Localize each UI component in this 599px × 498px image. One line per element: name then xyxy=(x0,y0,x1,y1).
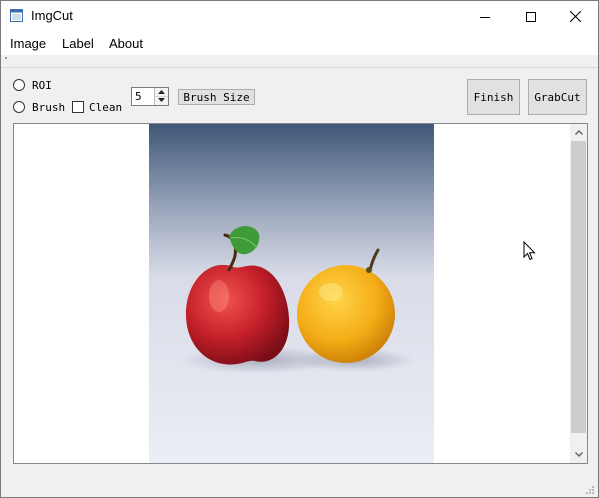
image-view[interactable] xyxy=(13,123,588,464)
maximize-icon xyxy=(526,11,536,22)
toolbar-handle-icon xyxy=(5,57,7,59)
title-bar[interactable]: ImgCut xyxy=(1,1,598,32)
close-icon xyxy=(569,11,581,22)
brush-size-button[interactable]: Brush Size xyxy=(178,89,255,105)
brush-size-value[interactable]: 5 xyxy=(135,90,142,103)
close-button[interactable] xyxy=(552,1,598,32)
minimize-icon xyxy=(480,16,490,18)
resize-grip-icon[interactable] xyxy=(585,485,595,495)
brush-label: Brush xyxy=(32,101,66,114)
clean-checkbox[interactable] xyxy=(72,101,84,113)
chevron-down-icon xyxy=(158,98,165,102)
finish-button[interactable]: Finish xyxy=(467,79,520,115)
apple-orange-photo xyxy=(149,124,434,463)
menu-bar: Image Label About xyxy=(1,32,598,55)
vertical-scrollbar[interactable] xyxy=(570,124,587,463)
spin-buttons xyxy=(154,88,168,105)
clean-label: Clean xyxy=(89,101,123,114)
window-title: ImgCut xyxy=(31,8,73,23)
brush-size-spinbox[interactable]: 5 xyxy=(131,87,169,106)
grabcut-button[interactable]: GrabCut xyxy=(528,79,587,115)
imgcut-window: ImgCut Image Label About ROI Brush Clean… xyxy=(0,0,599,498)
scroll-down-button[interactable] xyxy=(570,446,587,463)
chevron-down-icon xyxy=(574,452,583,457)
maximize-button[interactable] xyxy=(508,1,554,32)
menu-label[interactable]: Label xyxy=(62,36,94,51)
toolbar-separator xyxy=(1,55,598,68)
roi-label: ROI xyxy=(32,79,52,92)
spin-down-button[interactable] xyxy=(155,96,168,104)
roi-radio[interactable] xyxy=(13,79,25,91)
chevron-up-icon xyxy=(158,90,165,94)
minimize-button[interactable] xyxy=(462,1,508,32)
scroll-up-button[interactable] xyxy=(570,124,587,141)
mouse-cursor-icon xyxy=(523,241,536,261)
scrollbar-thumb[interactable] xyxy=(571,141,586,433)
menu-about[interactable]: About xyxy=(109,36,143,51)
menu-image[interactable]: Image xyxy=(10,36,46,51)
chevron-up-icon xyxy=(574,130,583,135)
brush-radio[interactable] xyxy=(13,101,25,113)
window-app-icon xyxy=(10,9,23,22)
